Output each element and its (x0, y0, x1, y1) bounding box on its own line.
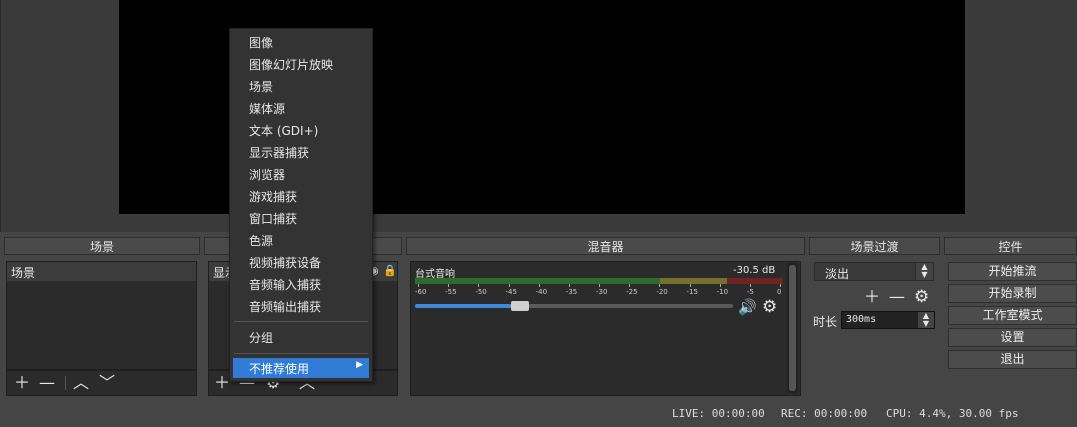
move-scene-down-button[interactable]: ﹀ (99, 375, 115, 391)
duration-input[interactable]: 300ms ▲ ▼ (841, 311, 935, 329)
menu-item-deprecated[interactable]: 不推荐使用 ▶ (233, 358, 369, 378)
add-source-button[interactable]: ＋ (214, 375, 230, 391)
add-scene-button[interactable]: ＋ (14, 375, 30, 391)
menu-item-media-source[interactable]: 媒体源 (249, 98, 285, 120)
meter-tick-mark (508, 284, 510, 287)
toolbar-divider (65, 376, 66, 390)
remove-transition-button[interactable]: — (889, 289, 905, 305)
scenes-list: 场景 (6, 261, 197, 370)
controls-dock-title: 控件 (944, 237, 1077, 255)
meter-tick-mark (780, 284, 781, 287)
start-recording-button[interactable]: 开始录制 (948, 284, 1077, 303)
meter-tick-mark (568, 284, 570, 287)
meter-ticks: -60 -55 -50 -45 -40 -35 -30 -25 -20 -15 -10 -5 0 (415, 284, 783, 296)
meter-tick-mark (689, 284, 691, 287)
meter-tick-mark (538, 284, 540, 287)
volume-slider-fill (415, 304, 520, 308)
submenu-arrow-icon: ▶ (356, 360, 363, 370)
meter-tick-label: -50 (475, 288, 487, 296)
volume-slider-track[interactable] (415, 304, 733, 308)
live-status: LIVE: 00:00:00 (672, 407, 765, 420)
menu-item-image-slideshow[interactable]: 图像幻灯片放映 (249, 54, 333, 76)
meter-tick-mark (659, 284, 661, 287)
transition-select-value: 淡出 (825, 267, 850, 281)
cpu-status: CPU: 4.4%, 30.00 fps (886, 407, 1019, 420)
meter-tick-label: -5 (746, 288, 754, 296)
scene-list-item[interactable]: 场景 (7, 262, 196, 281)
start-streaming-button[interactable]: 开始推流 (948, 262, 1077, 281)
menu-item-text-gdi[interactable]: 文本 (GDI+) (249, 120, 318, 142)
mixer-scrollbar[interactable] (787, 263, 798, 393)
settings-button[interactable]: 设置 (948, 328, 1077, 347)
meter-tick-label: -60 (415, 288, 427, 296)
meter-tick-label: -40 (535, 288, 548, 296)
menu-item-display-capture[interactable]: 显示器捕获 (249, 142, 309, 164)
meter-tick-mark (599, 284, 600, 287)
menu-item-browser[interactable]: 浏览器 (249, 164, 285, 186)
meter-tick-label: -55 (445, 288, 457, 296)
exit-button[interactable]: 退出 (948, 350, 1077, 369)
gear-icon[interactable]: ⚙ (762, 297, 777, 317)
meter-tick-mark (418, 284, 419, 287)
menu-item-scene[interactable]: 场景 (249, 76, 273, 98)
meter-tick-label: -30 (596, 288, 608, 296)
mixer-dock-title: 混音器 (406, 237, 805, 255)
scenes-toolbar: ＋ — ︿ ﹀ (6, 370, 197, 396)
meter-tick-label: -25 (626, 288, 638, 296)
menu-item-window-capture[interactable]: 窗口捕获 (249, 208, 297, 230)
add-transition-button[interactable]: ＋ (864, 289, 880, 305)
menu-separator (234, 353, 368, 354)
meter-tick-mark (448, 284, 450, 287)
duration-label: 时长 (813, 315, 838, 329)
meter-tick-label: -20 (656, 288, 668, 296)
spinner-icon[interactable]: ▲ ▼ (915, 263, 933, 280)
transition-select[interactable]: 淡出 ▲ ▼ (814, 262, 934, 281)
meter-tick-mark (629, 284, 631, 287)
scene-item-label: 场景 (11, 266, 36, 280)
add-source-context-menu: 图像 图像幻灯片放映 场景 媒体源 文本 (GDI+) 显示器捕获 浏览器 游戏… (229, 28, 373, 382)
menu-separator (234, 321, 368, 322)
speaker-icon[interactable]: 🔊 (738, 298, 757, 316)
menu-item-group[interactable]: 分组 (249, 327, 273, 349)
menu-item-color-source[interactable]: 色源 (249, 230, 273, 252)
volume-slider-handle[interactable] (510, 301, 529, 311)
move-scene-up-button[interactable]: ︿ (73, 375, 89, 391)
studio-mode-button[interactable]: 工作室模式 (948, 306, 1077, 325)
duration-spinner-icon[interactable]: ▲ ▼ (918, 312, 934, 328)
menu-item-image[interactable]: 图像 (249, 32, 273, 54)
meter-tick-mark (478, 284, 480, 287)
transition-properties-gear-icon[interactable]: ⚙ (914, 287, 929, 307)
menu-item-deprecated-label: 不推荐使用 (249, 362, 310, 376)
mixer-level-readout: -30.5 dB (733, 265, 776, 276)
meter-tick-label: -45 (505, 288, 517, 296)
lock-icon[interactable]: 🔒 (383, 264, 397, 277)
meter-tick-mark (749, 284, 751, 287)
rec-status: REC: 00:00:00 (781, 407, 868, 420)
meter-tick-label: -35 (565, 288, 578, 296)
meter-tick-label: -10 (716, 288, 729, 296)
menu-item-audio-input-capture[interactable]: 音频输入捕获 (249, 274, 321, 296)
menu-item-game-capture[interactable]: 游戏捕获 (249, 186, 297, 208)
meter-tick-label: -15 (686, 288, 698, 296)
transitions-dock-title: 场景过渡 (809, 237, 940, 255)
meter-tick-label: 0 (777, 288, 782, 296)
menu-item-video-capture-device[interactable]: 视频捕获设备 (249, 252, 321, 274)
scenes-dock-title: 场景 (4, 237, 200, 255)
mixer-scrollbar-thumb[interactable] (789, 265, 796, 391)
remove-scene-button[interactable]: — (39, 375, 55, 391)
menu-item-audio-output-capture[interactable]: 音频输出捕获 (249, 296, 321, 318)
meter-tick-mark (719, 284, 721, 287)
duration-value: 300ms (846, 314, 877, 325)
